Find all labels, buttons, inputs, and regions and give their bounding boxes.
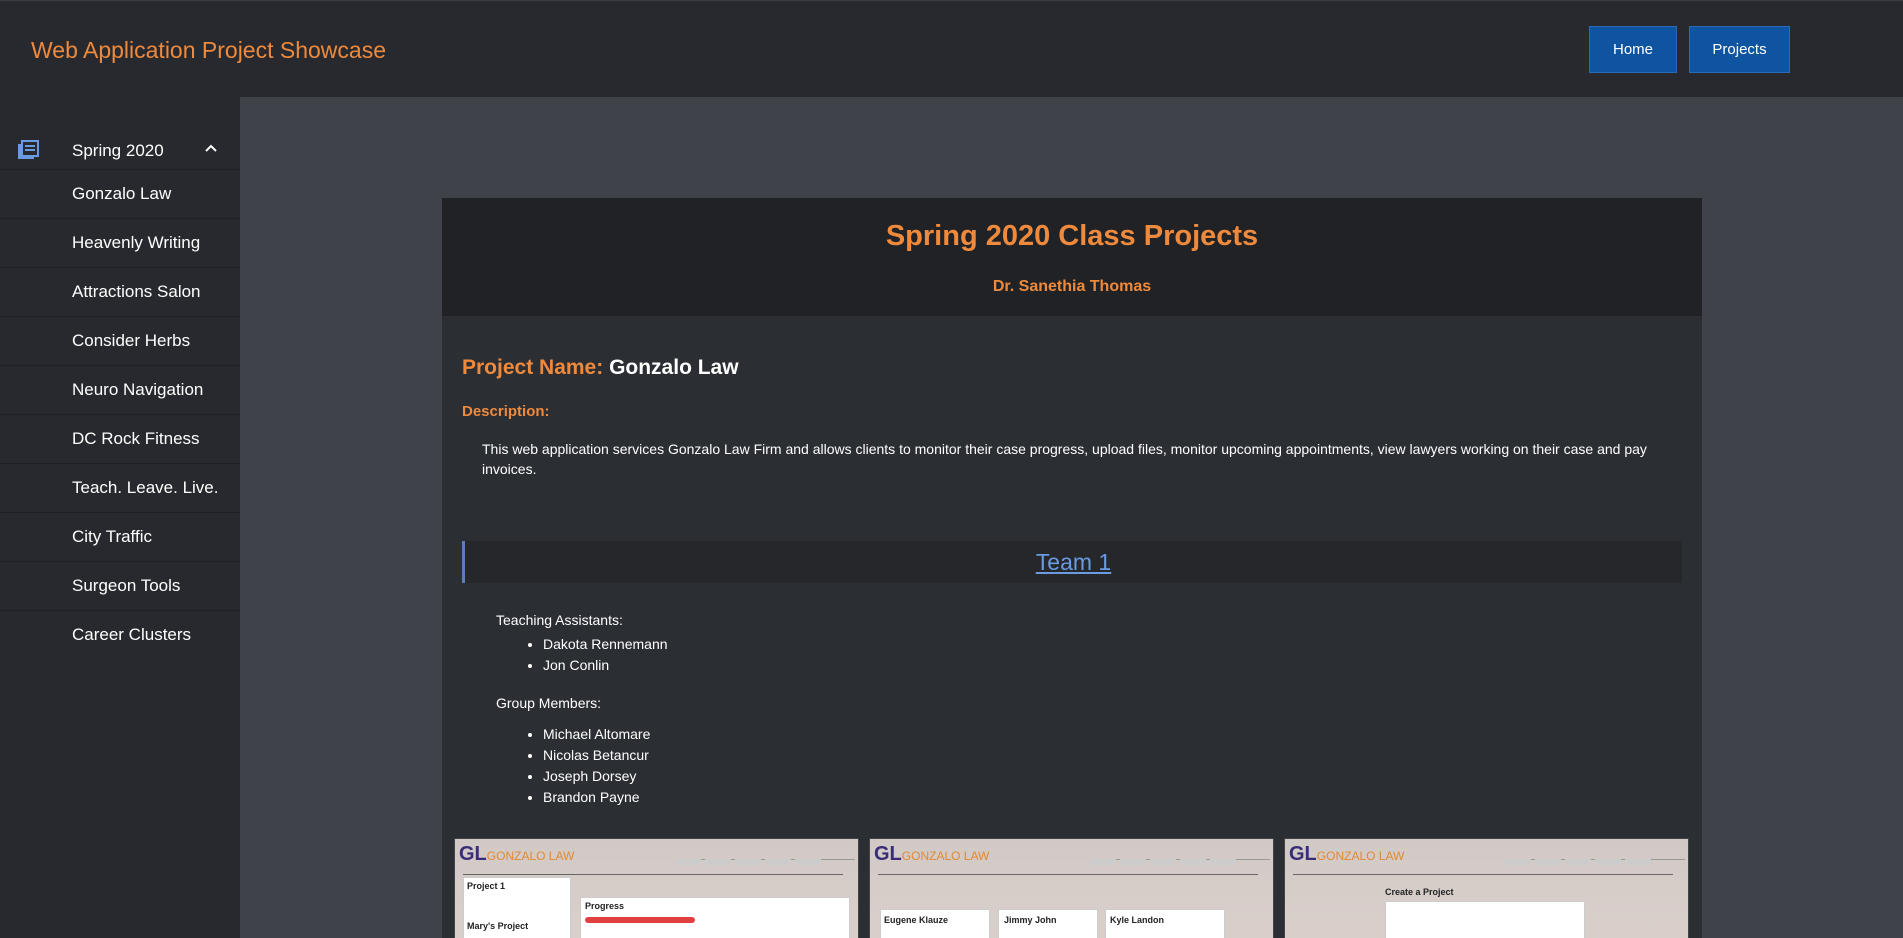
screenshot-text: Kyle Landon — [1110, 915, 1165, 925]
sidebar: Spring 2020 Gonzalo Law Heavenly Writing… — [0, 97, 240, 938]
list-item: Nicolas Betancur — [543, 745, 650, 766]
sidebar-section-spring-2020[interactable]: Spring 2020 — [0, 127, 240, 170]
projects-button[interactable]: Projects — [1689, 26, 1790, 73]
screenshot-menu — [675, 852, 855, 865]
screenshot-text: Progress — [585, 901, 625, 911]
sidebar-item-heavenly-writing[interactable]: Heavenly Writing — [0, 219, 240, 268]
screenshot-text: Jimmy John — [1004, 915, 1057, 925]
screenshot-panel — [1385, 901, 1585, 938]
screenshot-text: Project 1 — [467, 881, 506, 891]
team-header: Team 1 — [462, 541, 1682, 583]
screenshot-text: Eugene Klauze — [884, 915, 949, 925]
logo: GLGONZALO LAW — [874, 843, 990, 865]
logo: GLGONZALO LAW — [459, 843, 575, 865]
group-members-list: Michael Altomare Nicolas Betancur Joseph… — [543, 724, 650, 808]
sidebar-item-gonzalo-law[interactable]: Gonzalo Law — [0, 170, 240, 219]
sidebar-item-dc-rock-fitness[interactable]: DC Rock Fitness — [0, 415, 240, 464]
sidebar-item-label: City Traffic — [72, 527, 152, 546]
sidebar-item-label: DC Rock Fitness — [72, 429, 200, 448]
sidebar-item-label: Surgeon Tools — [72, 576, 181, 595]
project-card: Spring 2020 Class Projects Dr. Sanethia … — [442, 198, 1702, 938]
sidebar-item-label: Heavenly Writing — [72, 233, 201, 252]
sidebar-item-consider-herbs[interactable]: Consider Herbs — [0, 317, 240, 366]
project-screenshot-3[interactable]: GLGONZALO LAW Create a Project — [1284, 838, 1689, 938]
description-label: Description: — [462, 403, 550, 420]
sidebar-item-label: Consider Herbs — [72, 331, 191, 350]
card-header: Spring 2020 Class Projects Dr. Sanethia … — [442, 198, 1702, 316]
sidebar-item-label: Gonzalo Law — [72, 184, 172, 203]
instructor-name: Dr. Sanethia Thomas — [992, 278, 1152, 295]
sidebar-item-label: Attractions Salon — [72, 282, 201, 301]
project-name: Project Name: Gonzalo Law — [462, 356, 739, 380]
screenshot-text: Mary's Project — [467, 921, 529, 931]
list-item: Jon Conlin — [543, 655, 668, 676]
home-button[interactable]: Home — [1589, 26, 1677, 73]
project-screenshot-2[interactable]: GLGONZALO LAW Eugene Klauze Jimmy John K… — [869, 838, 1274, 938]
book-icon — [18, 140, 39, 159]
top-bar: Web Application Project Showcase Home Pr… — [0, 0, 1903, 97]
team-link[interactable]: Team 1 — [465, 549, 1682, 576]
sidebar-item-label: Neuro Navigation — [72, 380, 204, 399]
screenshot-menu — [1505, 852, 1685, 865]
sidebar-item-label: Teach. Leave. Live. — [72, 478, 219, 497]
project-name-value: Gonzalo Law — [609, 356, 739, 379]
sidebar-item-surgeon-tools[interactable]: Surgeon Tools — [0, 562, 240, 611]
list-item: Joseph Dorsey — [543, 766, 650, 787]
teaching-assistants-list: Dakota Rennemann Jon Conlin — [543, 634, 668, 676]
screenshot-text: Create a Project — [1385, 887, 1454, 897]
screenshot-menu — [1090, 852, 1270, 865]
sidebar-item-attractions-salon[interactable]: Attractions Salon — [0, 268, 240, 317]
sidebar-section-label: Spring 2020 — [72, 141, 164, 160]
list-item: Brandon Payne — [543, 787, 650, 808]
logo: GLGONZALO LAW — [1289, 843, 1405, 865]
list-item: Dakota Rennemann — [543, 634, 668, 655]
group-members-label: Group Members: — [496, 695, 602, 711]
site-title[interactable]: Web Application Project Showcase — [31, 37, 386, 64]
sidebar-item-teach-leave-live[interactable]: Teach. Leave. Live. — [0, 464, 240, 513]
sidebar-item-career-clusters[interactable]: Career Clusters — [0, 611, 240, 660]
description-text: This web application services Gonzalo La… — [482, 441, 1647, 477]
sidebar-item-label: Career Clusters — [72, 625, 192, 644]
teaching-assistants-label: Teaching Assistants: — [496, 612, 623, 628]
page-title: Spring 2020 Class Projects — [885, 220, 1259, 252]
project-name-label: Project Name: — [462, 356, 604, 379]
sidebar-item-city-traffic[interactable]: City Traffic — [0, 513, 240, 562]
project-screenshot-1[interactable]: GLGONZALO LAW Project 1 Mary's Project P… — [454, 838, 859, 938]
list-item: Michael Altomare — [543, 724, 650, 745]
sidebar-item-neuro-navigation[interactable]: Neuro Navigation — [0, 366, 240, 415]
chevron-up-icon[interactable] — [203, 141, 219, 155]
